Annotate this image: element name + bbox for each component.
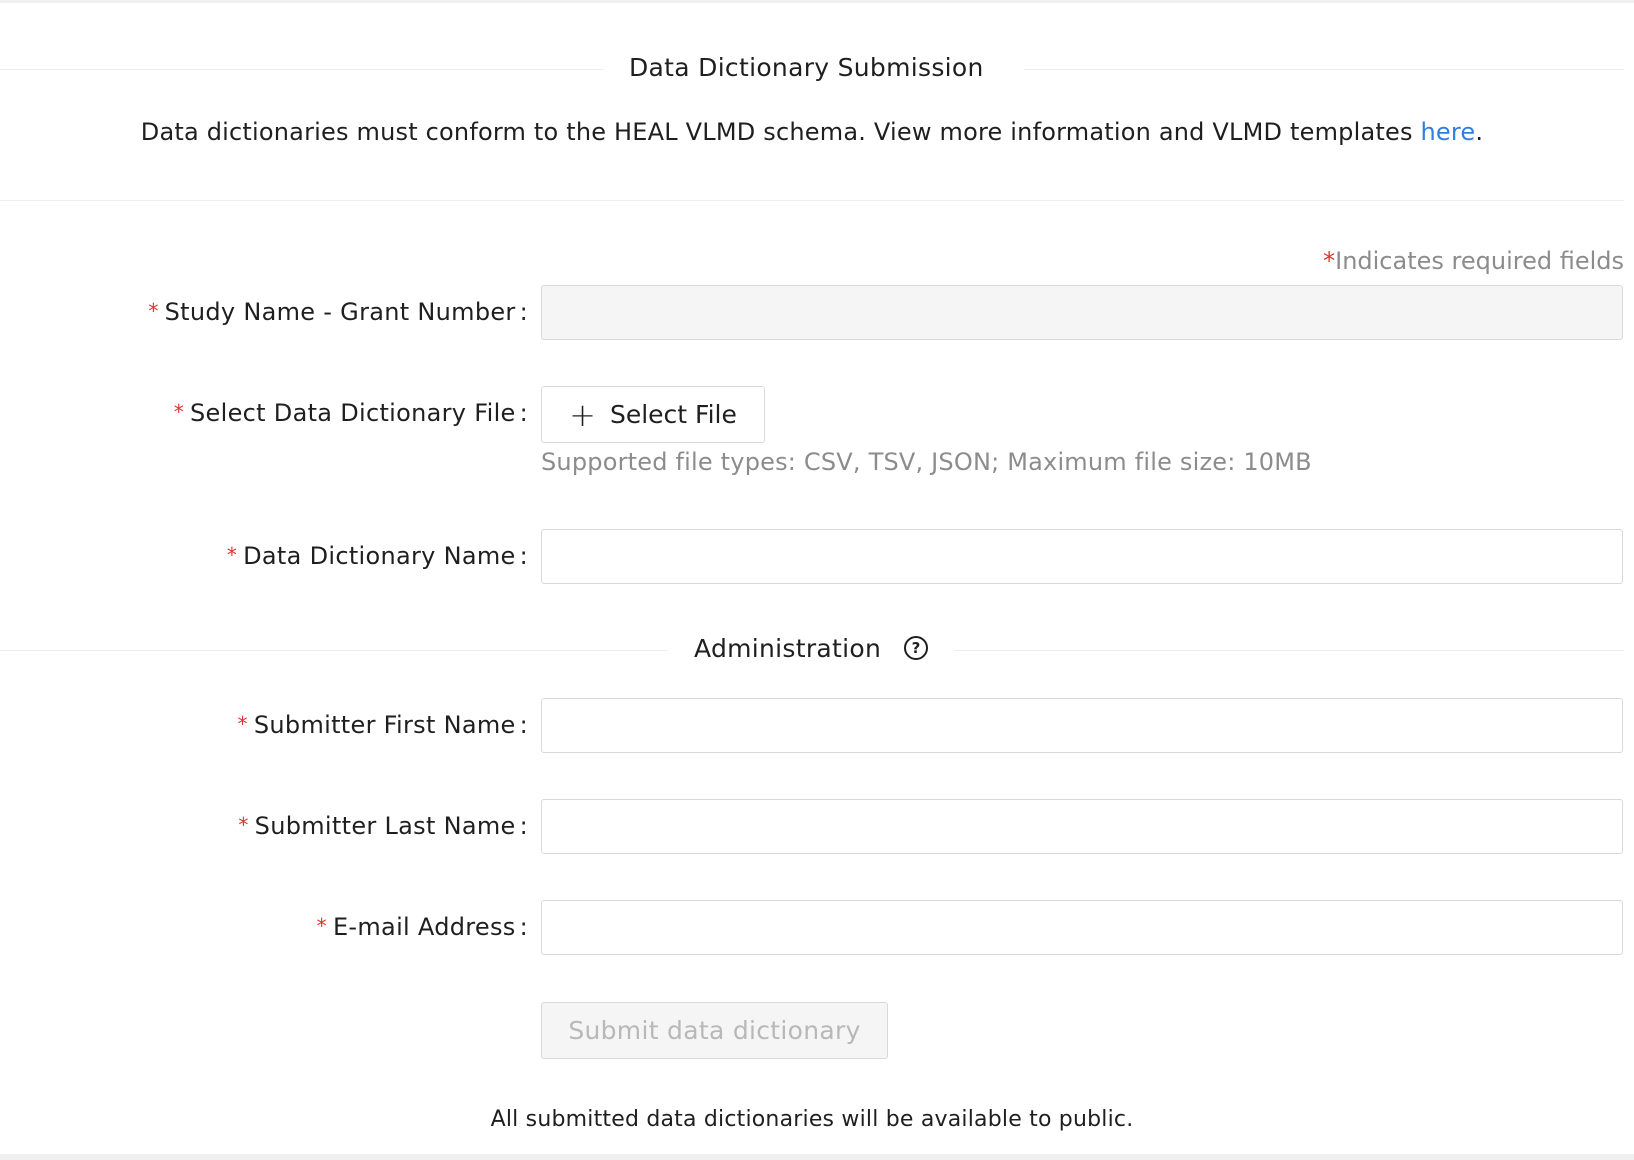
page-title: Data Dictionary Submission bbox=[629, 53, 984, 82]
last-name-input[interactable] bbox=[541, 799, 1623, 854]
first-name-label-text: Submitter First Name bbox=[253, 711, 516, 739]
vlmd-templates-link[interactable]: here bbox=[1421, 118, 1476, 146]
schema-notice-text: Data dictionaries must conform to the HE… bbox=[140, 118, 1421, 146]
required-marker: * bbox=[226, 543, 238, 567]
last-name-label: * Submitter Last Name: bbox=[238, 812, 528, 840]
submit-button[interactable]: Submit data dictionary bbox=[541, 1002, 888, 1059]
first-name-input[interactable] bbox=[541, 698, 1623, 753]
dictionary-name-input[interactable] bbox=[541, 529, 1623, 584]
study-name-input[interactable] bbox=[541, 285, 1623, 340]
question-circle-icon[interactable]: ? bbox=[904, 636, 928, 660]
study-name-label: * Study Name - Grant Number: bbox=[148, 298, 528, 326]
first-name-label: * Submitter First Name: bbox=[237, 711, 528, 739]
email-input[interactable] bbox=[541, 900, 1623, 955]
file-label-text: Select Data Dictionary File bbox=[190, 399, 516, 427]
intro-divider bbox=[0, 200, 1624, 201]
last-name-label-text: Submitter Last Name bbox=[254, 812, 516, 840]
title-divider-right bbox=[1024, 69, 1624, 70]
email-label-text: E-mail Address bbox=[332, 913, 516, 941]
required-marker: * bbox=[238, 813, 249, 837]
plus-icon: + bbox=[569, 395, 596, 434]
dictionary-name-label: * Data Dictionary Name: bbox=[226, 542, 528, 570]
study-name-label-text: Study Name - Grant Number bbox=[164, 298, 516, 326]
dictionary-name-label-text: Data Dictionary Name bbox=[243, 542, 516, 570]
required-marker: * bbox=[148, 299, 159, 323]
select-file-button[interactable]: + Select File bbox=[541, 386, 765, 443]
admin-divider-right bbox=[954, 650, 1624, 651]
bottom-border bbox=[0, 1154, 1634, 1160]
required-marker: * bbox=[173, 400, 185, 424]
required-star: * bbox=[1323, 247, 1336, 275]
file-type-hint: Supported file types: CSV, TSV, JSON; Ma… bbox=[541, 448, 1312, 476]
required-marker: * bbox=[237, 712, 248, 736]
admin-divider-left bbox=[0, 650, 668, 651]
email-label: * E-mail Address: bbox=[316, 913, 528, 941]
title-divider-left bbox=[0, 69, 604, 70]
required-note-text: Indicates required fields bbox=[1335, 247, 1624, 275]
file-label: * Select Data Dictionary File: bbox=[173, 399, 528, 427]
public-availability-note: All submitted data dictionaries will be … bbox=[490, 1107, 1134, 1132]
schema-notice-end: . bbox=[1475, 118, 1484, 146]
schema-notice: Data dictionaries must conform to the HE… bbox=[0, 118, 1624, 146]
select-file-label: Select File bbox=[609, 400, 737, 429]
required-fields-note: *Indicates required fields bbox=[1323, 247, 1624, 275]
top-border bbox=[0, 0, 1634, 3]
administration-title: Administration bbox=[694, 634, 882, 663]
required-marker: * bbox=[316, 914, 327, 938]
